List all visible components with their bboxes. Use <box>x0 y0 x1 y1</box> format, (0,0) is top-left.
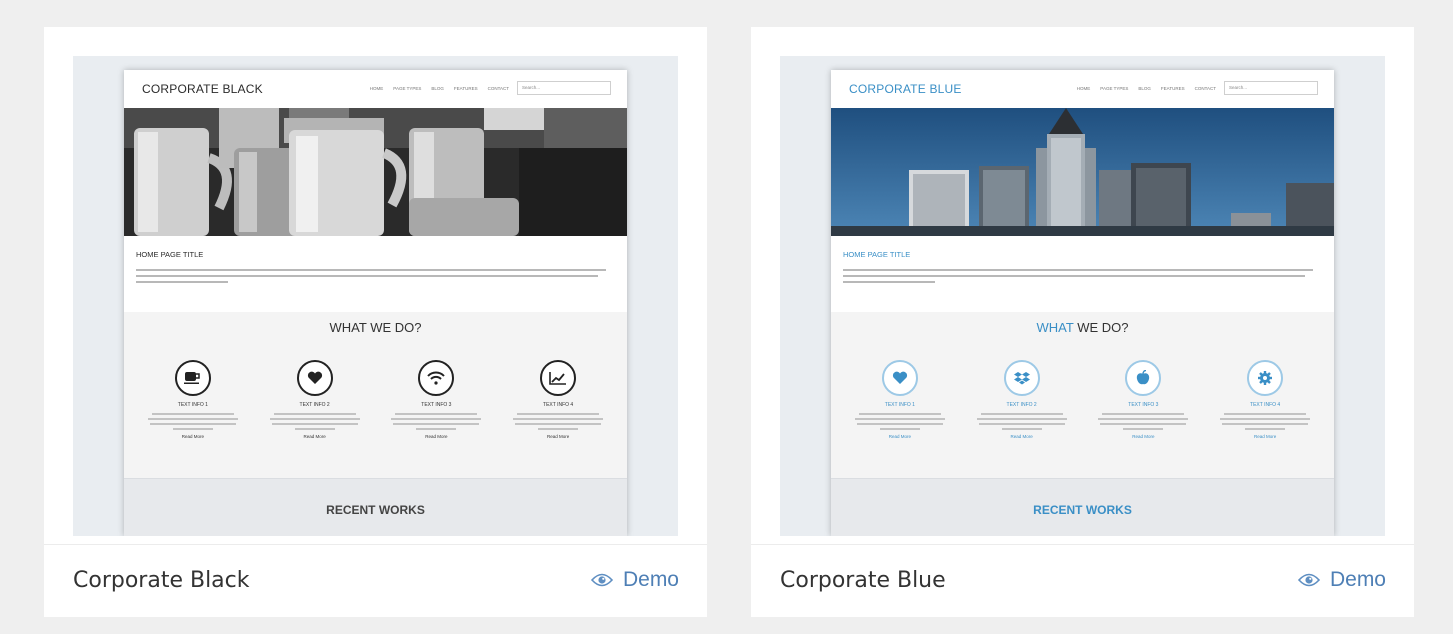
gear-icon <box>1247 360 1284 396</box>
preview-lorem-line <box>136 275 598 277</box>
preview-feature: TEXT INFO 2 Read More <box>260 360 370 439</box>
preview-nav-item: PAGE TYPES <box>393 86 422 91</box>
preview-feature-more: Read More <box>425 434 448 439</box>
preview-feature-label: TEXT INFO 1 <box>884 402 915 408</box>
chart-icon <box>540 360 577 396</box>
template-card-corporate-blue[interactable]: CORPORATE BLUE HOME PAGE TYPES BLOG FEAT… <box>751 27 1414 617</box>
preview-content: HOME PAGE TITLE <box>124 236 627 312</box>
preview-nav-item: PAGE TYPES <box>1100 86 1129 91</box>
preview-feature-more: Read More <box>181 434 204 439</box>
preview-section-heading: WHAT WE DO? <box>1036 320 1129 335</box>
preview-search: Search... <box>1224 81 1318 95</box>
preview-recent-works-band: RECENT WORKS <box>124 478 627 536</box>
preview-nav-item: BLOG <box>1138 86 1151 91</box>
preview-hero-mugs-image <box>124 108 627 236</box>
preview-feature-text <box>1217 413 1313 430</box>
preview-page-title: HOME PAGE TITLE <box>843 250 911 259</box>
apple-icon <box>1125 360 1162 396</box>
preview-header: CORPORATE BLACK HOME PAGE TYPES BLOG FEA… <box>124 70 627 108</box>
preview-features: TEXT INFO 1 Read More TEXT INFO 2 Read M… <box>831 360 1334 439</box>
preview-lorem-line <box>843 269 1313 271</box>
preview-feature: TEXT INFO 4 Read More <box>503 360 613 439</box>
preview-logo: CORPORATE BLUE <box>849 82 962 96</box>
template-preview[interactable]: CORPORATE BLACK HOME PAGE TYPES BLOG FEA… <box>73 56 678 536</box>
demo-link[interactable]: Demo <box>590 568 679 592</box>
preview-header: CORPORATE BLUE HOME PAGE TYPES BLOG FEAT… <box>831 70 1334 108</box>
preview-hero-skyline-image <box>831 108 1334 236</box>
wifi-icon <box>418 360 455 396</box>
preview-nav-item: CONTACT <box>487 86 509 91</box>
demo-link[interactable]: Demo <box>1297 568 1386 592</box>
preview-feature-label: TEXT INFO 2 <box>1006 402 1037 408</box>
preview-page: CORPORATE BLUE HOME PAGE TYPES BLOG FEAT… <box>831 70 1334 536</box>
preview-section-heading: WHAT WE DO? <box>329 320 422 335</box>
template-card-corporate-black[interactable]: CORPORATE BLACK HOME PAGE TYPES BLOG FEA… <box>44 27 707 617</box>
preview-feature: TEXT INFO 3 Read More <box>1088 360 1198 439</box>
eye-icon <box>590 572 613 588</box>
card-divider <box>751 544 1414 545</box>
preview-feature-label: TEXT INFO 4 <box>543 402 574 408</box>
preview-recent-works-heading: RECENT WORKS <box>1033 503 1132 517</box>
preview-nav: HOME PAGE TYPES BLOG FEATURES CONTACT <box>1077 86 1216 91</box>
preview-page: CORPORATE BLACK HOME PAGE TYPES BLOG FEA… <box>124 70 627 536</box>
preview-feature-label: TEXT INFO 2 <box>299 402 330 408</box>
preview-recent-works-band: RECENT WORKS <box>831 478 1334 536</box>
preview-feature-label: TEXT INFO 4 <box>1250 402 1281 408</box>
dropbox-icon <box>1003 360 1040 396</box>
preview-feature-more: Read More <box>1253 434 1277 439</box>
preview-logo: CORPORATE BLACK <box>142 82 263 96</box>
preview-feature-more: Read More <box>303 434 326 439</box>
preview-page-title: HOME PAGE TITLE <box>136 250 204 259</box>
card-title: Corporate Blue <box>780 568 946 593</box>
preview-feature-more: Read More <box>1010 434 1033 439</box>
preview-features: TEXT INFO 1 Read More TEXT INFO 2 Read M… <box>124 360 627 439</box>
template-preview[interactable]: CORPORATE BLUE HOME PAGE TYPES BLOG FEAT… <box>780 56 1385 536</box>
preview-feature-label: TEXT INFO 3 <box>1128 402 1159 408</box>
preview-services-section: WHAT WE DO? TEXT INFO 1 Read More TEXT I… <box>831 312 1334 474</box>
preview-feature-text <box>974 413 1070 430</box>
preview-recent-works-heading: RECENT WORKS <box>326 503 425 517</box>
preview-feature-more: Read More <box>1132 434 1155 439</box>
preview-feature-text <box>267 413 363 430</box>
demo-label: Demo <box>1329 568 1386 591</box>
preview-nav-item: HOME <box>369 86 384 91</box>
card-divider <box>44 544 707 545</box>
preview-feature-text <box>145 413 241 430</box>
preview-nav: HOME PAGE TYPES BLOG FEATURES CONTACT <box>370 86 509 91</box>
preview-feature-label: TEXT INFO 3 <box>421 402 452 408</box>
preview-lorem-line <box>136 269 606 271</box>
eye-icon <box>1297 572 1320 588</box>
preview-feature-text <box>1095 413 1191 430</box>
card-title: Corporate Black <box>73 568 250 593</box>
heart-icon <box>881 360 918 396</box>
preview-nav-item: BLOG <box>431 86 444 91</box>
preview-feature-more: Read More <box>888 434 911 439</box>
preview-lorem-line <box>843 275 1305 277</box>
preview-services-section: WHAT WE DO? TEXT INFO 1 Read More TEXT I… <box>124 312 627 474</box>
preview-search: Search... <box>517 81 611 95</box>
preview-lorem-line <box>843 281 935 283</box>
coffee-cup-icon <box>174 360 211 396</box>
preview-feature-text <box>388 413 484 430</box>
preview-nav-item: CONTACT <box>1194 86 1216 91</box>
preview-lorem-line <box>136 281 228 283</box>
heart-icon <box>296 360 333 396</box>
preview-nav-item: FEATURES <box>453 86 478 91</box>
demo-label: Demo <box>622 568 679 591</box>
preview-feature-text <box>510 413 606 430</box>
preview-feature: TEXT INFO 1 Read More <box>845 360 955 439</box>
preview-feature: TEXT INFO 1 Read More <box>138 360 248 439</box>
preview-nav-item: FEATURES <box>1160 86 1185 91</box>
preview-feature-text <box>852 413 948 430</box>
preview-feature: TEXT INFO 4 Read More <box>1210 360 1320 439</box>
preview-feature: TEXT INFO 2 Read More <box>967 360 1077 439</box>
preview-feature-label: TEXT INFO 1 <box>177 402 208 408</box>
preview-nav-item: HOME <box>1076 86 1091 91</box>
preview-feature-more: Read More <box>546 434 570 439</box>
preview-content: HOME PAGE TITLE <box>831 236 1334 312</box>
preview-feature: TEXT INFO 3 Read More <box>381 360 491 439</box>
